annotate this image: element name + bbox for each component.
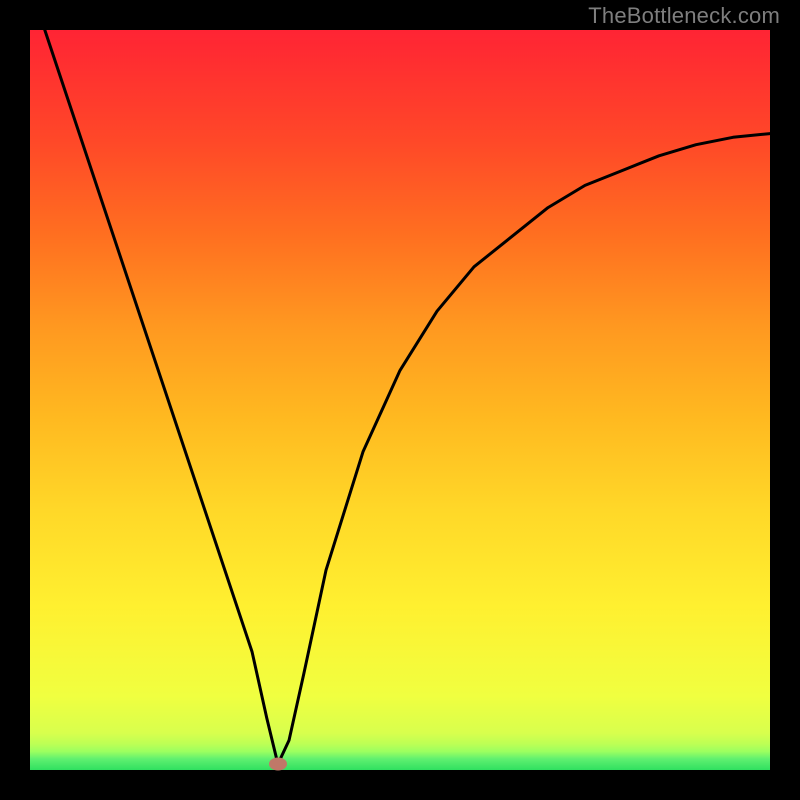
bottleneck-curve [30,30,770,770]
plot-area [30,30,770,770]
chart-frame: TheBottleneck.com [0,0,800,800]
watermark-text: TheBottleneck.com [588,3,780,29]
curve-minimum-marker [269,758,287,771]
